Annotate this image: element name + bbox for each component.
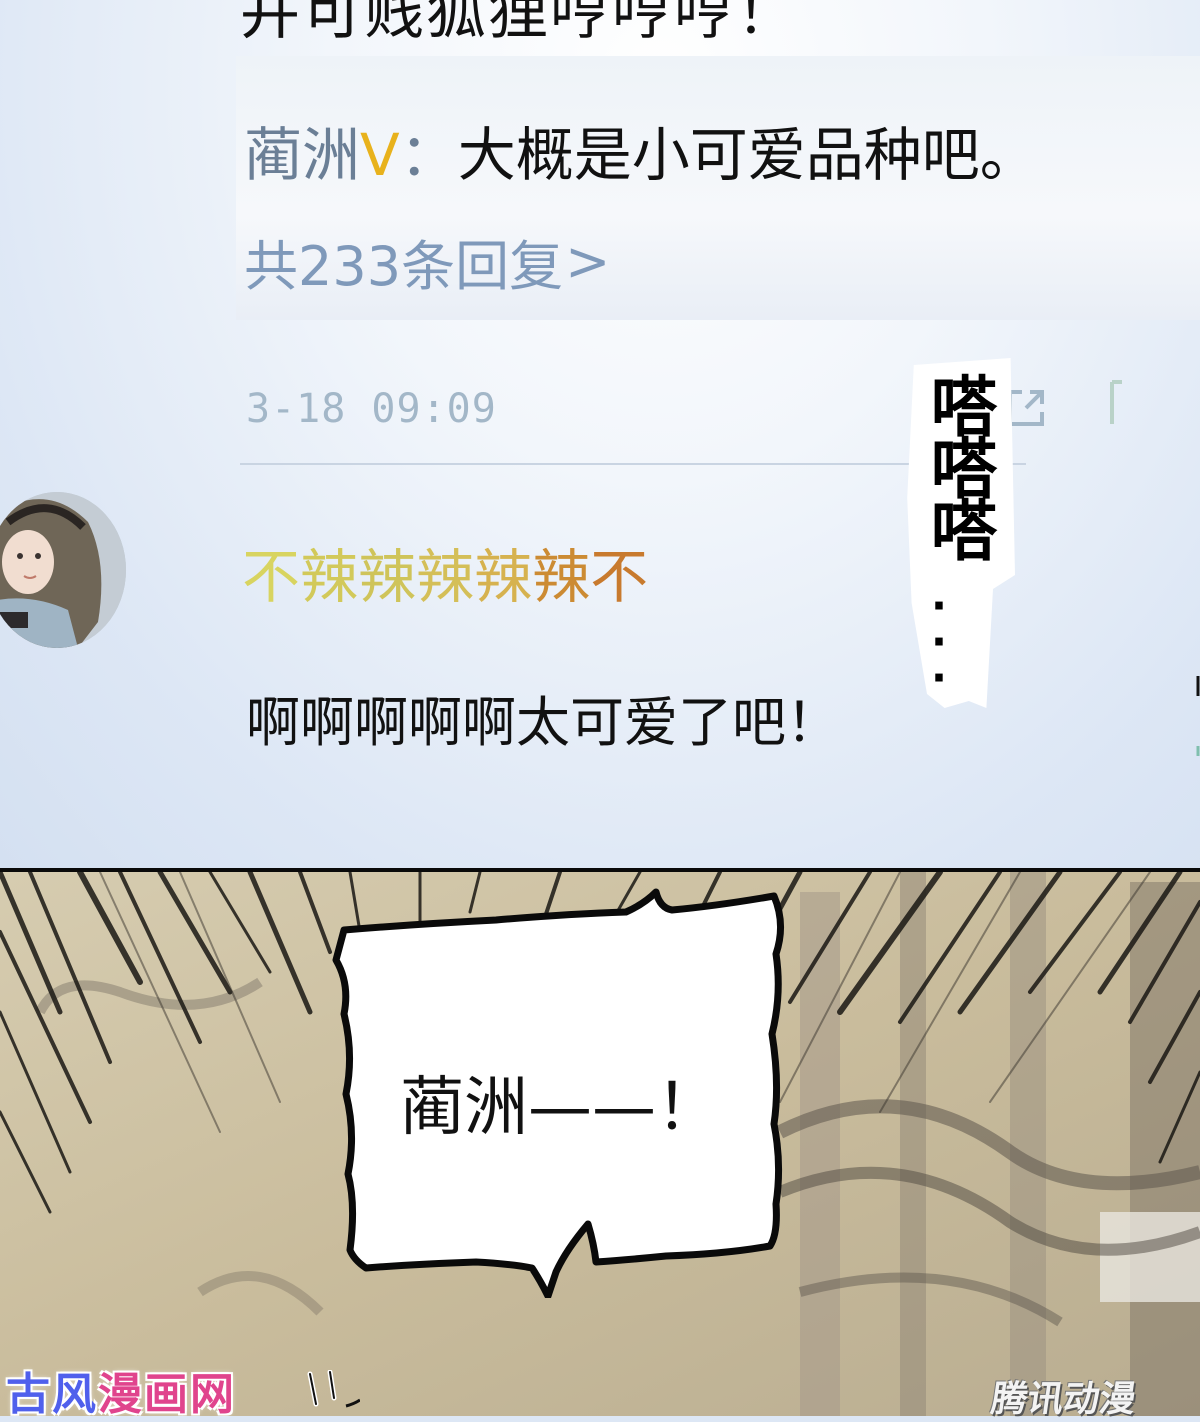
comment-text: 啊啊啊啊啊太可爱了吧！: [246, 691, 840, 754]
reply-text: 大概是小可爱品种吧。: [457, 121, 1038, 189]
username-char: 不: [590, 543, 649, 611]
username-char: 不: [242, 543, 301, 611]
more-replies-label: 共233条回复: [244, 235, 564, 298]
like-icon[interactable]: [1108, 380, 1124, 426]
sfx-text: 嗒嗒嗒: [920, 372, 997, 558]
comment-username[interactable]: 不辣辣辣辣辣不: [242, 530, 648, 614]
verified-badge-icon: V: [360, 121, 400, 189]
username-char: 辣: [358, 543, 417, 611]
username-char: 辣: [416, 543, 475, 611]
edge-mark: [1196, 676, 1200, 756]
watermark-left-part1: 古风: [6, 1369, 98, 1420]
watermark-right: 腾讯动漫: [988, 1379, 1139, 1420]
previous-comment-partial: 并可贱狐狸哼哼哼！: [240, 0, 798, 48]
comment-timestamp: 3-18 09:09: [246, 386, 497, 432]
username-char: 辣: [532, 543, 591, 611]
avatar[interactable]: [0, 492, 126, 648]
speech-text: 蔺洲——！: [400, 1071, 720, 1145]
quote-marks-icon: [307, 1370, 360, 1408]
sfx-dots: · · ·: [924, 585, 954, 702]
sfx-dot: ·: [931, 653, 947, 702]
reply-line: 蔺洲V：大概是小可爱品种吧。: [244, 108, 1038, 192]
username-char: 辣: [474, 543, 533, 611]
watermark-left: 古风漫画网: [6, 1358, 236, 1422]
divider: [240, 463, 1026, 465]
username-char: 辣: [300, 543, 359, 611]
more-replies-link[interactable]: 共233条回复 >: [244, 222, 610, 301]
reply-colon: ：: [399, 121, 458, 189]
comment-screen: 并可贱狐狸哼哼哼！ 蔺洲V：大概是小可爱品种吧。 共233条回复 > 3-18 …: [0, 0, 1200, 872]
reply-author[interactable]: 蔺洲: [244, 121, 360, 189]
watermark-left-part2: 漫画网: [98, 1369, 236, 1420]
chevron-right-icon: >: [565, 230, 611, 293]
